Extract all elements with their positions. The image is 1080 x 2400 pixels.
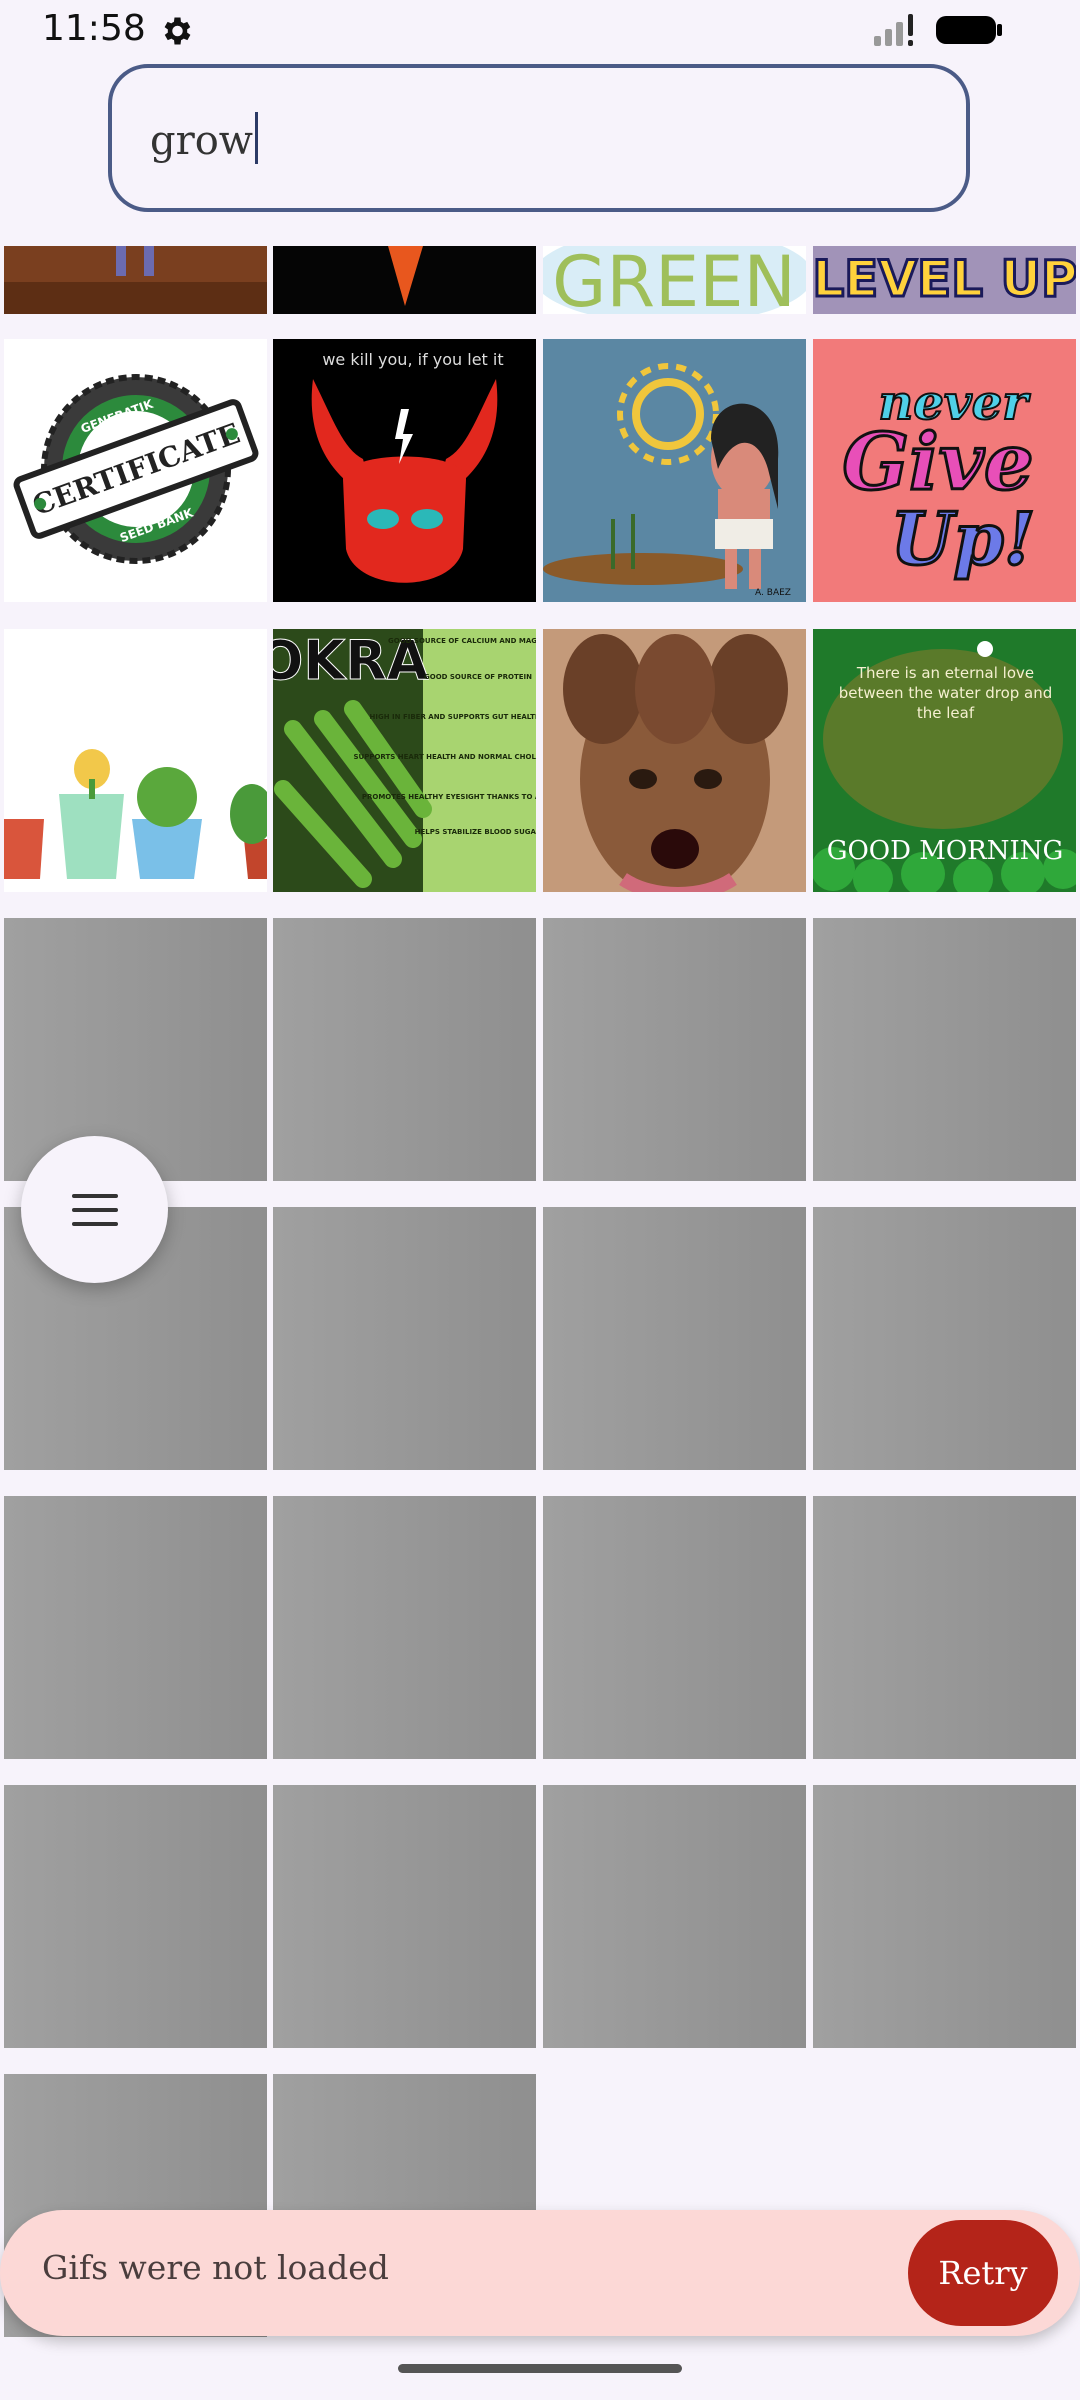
gif-tile-placeholder[interactable] — [273, 918, 536, 1181]
gif-tile[interactable]: we kill you, if you let it — [273, 339, 536, 602]
search-input-text[interactable]: grow — [150, 112, 259, 164]
gif-tile[interactable] — [4, 629, 267, 892]
home-indicator[interactable] — [398, 2364, 682, 2373]
okra-fact: HELPS STABILIZE BLOOD SUGAR — [415, 828, 536, 836]
gif-tile[interactable] — [4, 246, 267, 314]
search-input[interactable]: grow — [108, 64, 970, 212]
okra-fact: HIGH IN FIBER AND SUPPORTS GUT HEALTH/DI… — [370, 713, 536, 721]
gif-up-text: Up! — [891, 496, 1036, 581]
gif-tile-placeholder[interactable] — [273, 1785, 536, 2048]
gif-tile[interactable]: CERTIFICATE GENERATIK SEED BANK — [4, 339, 267, 602]
gif-tile[interactable]: never Give Up! — [813, 339, 1076, 602]
gif-tile[interactable]: GREEN — [543, 246, 806, 314]
gif-tile-placeholder[interactable] — [273, 1207, 536, 1470]
gif-devil-caption: we kill you, if you let it — [322, 350, 503, 369]
gif-tile-placeholder[interactable] — [543, 918, 806, 1181]
text-caret — [255, 112, 259, 164]
gif-give-text: Give — [842, 417, 1033, 508]
gif-tile-placeholder[interactable] — [273, 1496, 536, 1759]
gif-tile-placeholder[interactable] — [813, 918, 1076, 1181]
gif-tile-placeholder[interactable] — [4, 1785, 267, 2048]
menu-button[interactable] — [21, 1136, 168, 1283]
error-snackbar: Gifs were not loaded Retry — [0, 2210, 1080, 2336]
search-query: grow — [150, 118, 254, 164]
okra-fact: SUPPORTS HEART HEALTH AND NORMAL CHOLEST… — [353, 753, 536, 761]
gif-leaf-quote: There is an eternal love between the wat… — [838, 664, 1053, 722]
gif-tile-placeholder[interactable] — [4, 918, 267, 1181]
okra-fact: GOOD SOURCE OF PROTEIN — [424, 673, 532, 681]
gif-tile-placeholder[interactable] — [543, 1207, 806, 1470]
menu-icon — [71, 1193, 118, 1226]
gif-tile-placeholder[interactable] — [273, 2074, 536, 2214]
okra-fact: PROMOTES HEALTHY EYESIGHT THANKS TO ANTI… — [362, 793, 536, 801]
gif-tile[interactable]: LEVEL UP — [813, 246, 1076, 314]
gif-tile[interactable]: There is an eternal love between the wat… — [813, 629, 1076, 892]
gif-tile[interactable] — [543, 629, 806, 892]
gif-tile-placeholder[interactable] — [543, 1785, 806, 2048]
gif-tile-placeholder[interactable] — [813, 1207, 1076, 1470]
gif-tile-placeholder[interactable] — [543, 1496, 806, 1759]
snackbar-message: Gifs were not loaded — [42, 2248, 389, 2287]
gif-tile[interactable] — [273, 246, 536, 314]
gif-tile[interactable]: OKRA GOOD SOURCE OF CALCIUM AND MAGNESIU… — [273, 629, 536, 892]
gif-levelup-text: LEVEL UP — [813, 250, 1076, 308]
okra-fact: GOOD SOURCE OF CALCIUM AND MAGNESIUM — [388, 637, 536, 645]
gif-green-text: GREEN — [552, 246, 796, 314]
gif-good-morning: GOOD MORNING — [827, 836, 1064, 866]
gif-tile-placeholder[interactable] — [813, 1785, 1076, 2048]
retry-button[interactable]: Retry — [908, 2220, 1058, 2326]
gif-sun-signature: A. BAEZ — [755, 588, 791, 598]
gif-tile-placeholder[interactable] — [813, 1496, 1076, 1759]
gif-tile[interactable]: A. BAEZ — [543, 339, 806, 602]
gif-tile-placeholder[interactable] — [4, 1496, 267, 1759]
